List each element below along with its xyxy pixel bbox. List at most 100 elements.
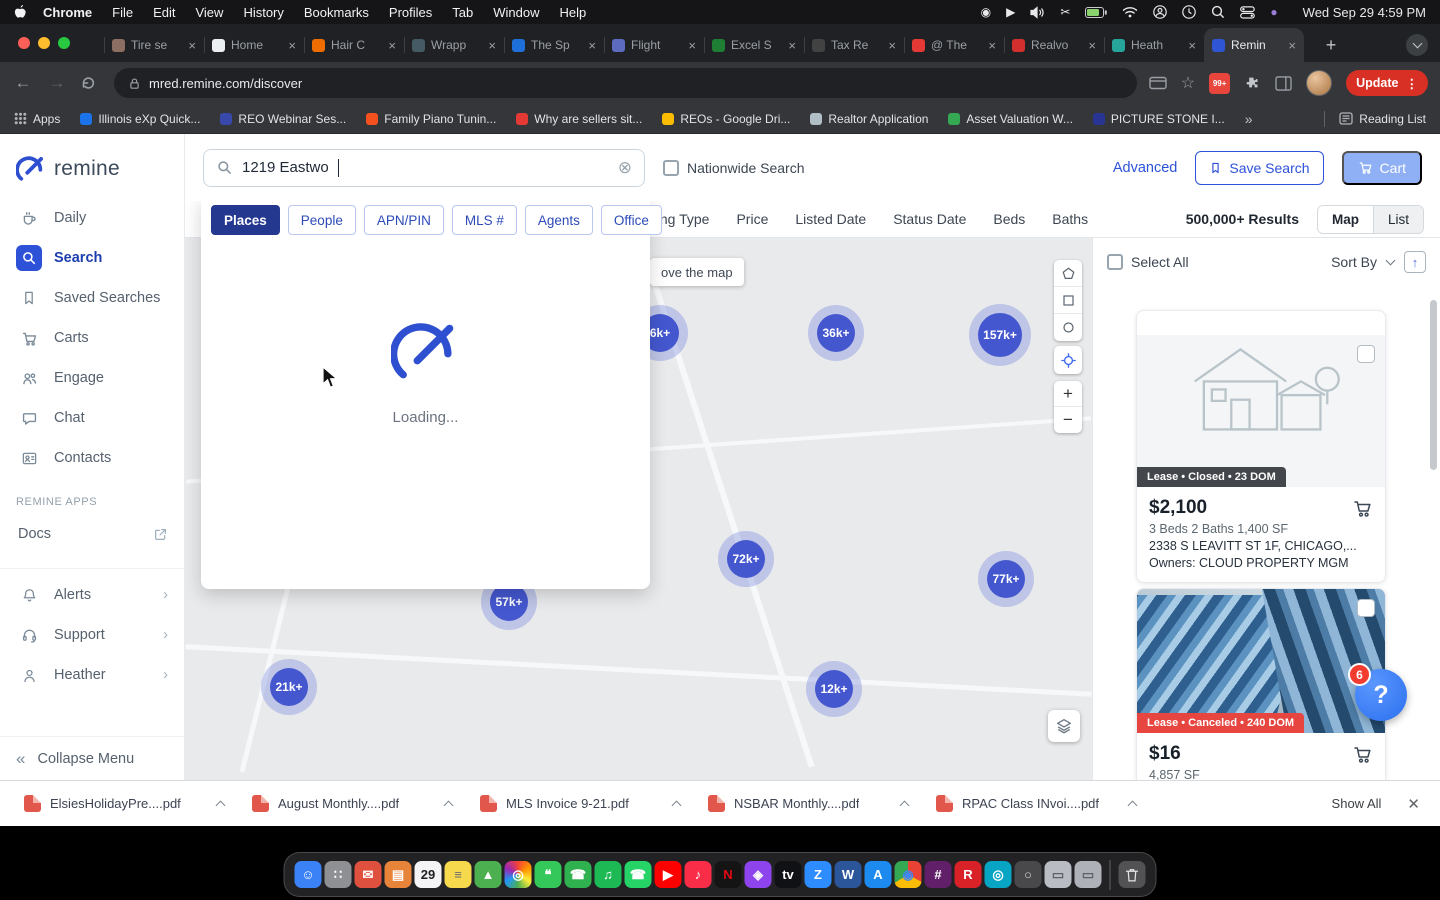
browser-tab[interactable]: Flight × — [604, 28, 704, 62]
select-all-checkbox[interactable] — [1107, 254, 1123, 270]
dock-app-icon[interactable]: ▭ — [1044, 861, 1072, 888]
list-view-button[interactable]: List — [1373, 205, 1423, 233]
reading-list-button[interactable]: Reading List — [1339, 112, 1426, 126]
browser-tab[interactable]: Tire se × — [104, 28, 204, 62]
dock-app-icon[interactable]: A — [864, 861, 892, 888]
filter-chip[interactable]: Listed Date — [795, 211, 866, 227]
listing-card[interactable]: Lease • Closed • 23 DOM $2,100 3 Beds 2 … — [1136, 310, 1386, 583]
dock-app-icon[interactable]: tv — [774, 861, 802, 888]
search-type-tab[interactable]: People — [287, 205, 356, 235]
sidebar-item-chat[interactable]: Chat — [0, 398, 184, 438]
collapse-menu-button[interactable]: « Collapse Menu — [0, 736, 184, 780]
clock-status-icon[interactable] — [1182, 5, 1197, 19]
sidebar-item-alerts[interactable]: Alerts › — [0, 575, 184, 615]
forward-button[interactable]: → — [46, 73, 68, 93]
close-downloads-icon[interactable]: ✕ — [1407, 795, 1420, 813]
map-cluster-marker[interactable]: 36k+ — [808, 305, 864, 361]
menubar-item[interactable]: Help — [550, 5, 597, 20]
map-cluster-marker[interactable]: 21k+ — [261, 659, 317, 715]
new-tab-button[interactable]: + — [1318, 32, 1344, 58]
filter-chip[interactable]: Beds — [993, 211, 1025, 227]
tab-close-icon[interactable]: × — [788, 38, 796, 53]
tab-close-icon[interactable]: × — [688, 38, 696, 53]
bookmark-item[interactable]: Realtor Application — [810, 112, 928, 126]
dock-app-icon[interactable]: ♫ — [594, 861, 622, 888]
draw-rectangle-button[interactable] — [1054, 287, 1082, 314]
map-cluster-marker[interactable]: 157k+ — [969, 304, 1031, 366]
dock-app-icon[interactable]: ◎ — [504, 861, 532, 888]
browser-tab[interactable]: Excel S × — [704, 28, 804, 62]
clear-search-icon[interactable]: ⊗ — [618, 158, 632, 178]
browser-tab[interactable]: Hair C × — [304, 28, 404, 62]
nationwide-checkbox[interactable] — [663, 159, 679, 176]
menubar-item[interactable]: History — [233, 5, 293, 20]
add-to-cart-icon[interactable] — [1353, 745, 1373, 764]
sidebar-item-contacts[interactable]: Contacts — [0, 438, 184, 478]
scissors-icon[interactable]: ✂ — [1060, 6, 1070, 18]
dock-app-icon[interactable]: ▲ — [474, 861, 502, 888]
advanced-link[interactable]: Advanced — [1113, 160, 1178, 176]
update-button[interactable]: Update ⋮ — [1346, 70, 1428, 96]
listing-card[interactable]: Lease • Canceled • 240 DOM $16 4,857 SF — [1136, 588, 1386, 780]
tab-close-icon[interactable]: × — [388, 38, 396, 53]
dock-app-icon[interactable]: ✉ — [354, 861, 382, 888]
profile-avatar[interactable] — [1306, 70, 1333, 96]
browser-tab[interactable]: Realvo × — [1004, 28, 1104, 62]
draw-polygon-button[interactable] — [1054, 260, 1082, 287]
bookmark-item[interactable]: PICTURE STONE I... — [1092, 112, 1225, 126]
bookmarks-overflow-icon[interactable]: » — [1245, 111, 1253, 127]
menubar-item[interactable]: Chrome — [33, 5, 102, 20]
dock-app-icon[interactable]: ≡ — [444, 861, 472, 888]
dock-app-icon[interactable]: N — [714, 861, 742, 888]
menubar-item[interactable]: Profiles — [379, 5, 442, 20]
search-type-tab[interactable]: MLS # — [451, 205, 517, 235]
tab-close-icon[interactable]: × — [488, 38, 496, 53]
reload-button[interactable] — [80, 75, 102, 91]
dock-app-icon[interactable]: Z — [804, 861, 832, 888]
bookmark-item[interactable]: Illinois eXp Quick... — [80, 112, 200, 126]
tab-close-icon[interactable]: × — [888, 38, 896, 53]
search-input[interactable]: 1219 Eastwo ⊗ — [203, 148, 645, 187]
show-all-button[interactable]: Show All — [1332, 796, 1382, 811]
map-cluster-marker[interactable]: 77k+ — [978, 551, 1034, 607]
bookmark-item[interactable]: REO Webinar Ses... — [220, 112, 346, 126]
chevron-up-icon[interactable] — [671, 800, 682, 811]
bookmark-item[interactable]: Family Piano Tunin... — [366, 112, 496, 126]
sort-by-label[interactable]: Sort By — [1331, 254, 1377, 270]
dock-app-icon[interactable]: W — [834, 861, 862, 888]
browser-tab[interactable]: Remin × — [1204, 28, 1304, 62]
cart-button[interactable]: Cart — [1341, 150, 1422, 185]
sidebar-item-support[interactable]: Support › — [0, 615, 184, 655]
tab-close-icon[interactable]: × — [1188, 38, 1196, 53]
dock-app-icon[interactable]: ▤ — [384, 861, 412, 888]
control-center-icon[interactable] — [1240, 5, 1256, 19]
locate-me-button[interactable] — [1054, 346, 1082, 374]
dock-app-icon[interactable]: ♪ — [684, 861, 712, 888]
chevron-down-icon[interactable] — [1385, 255, 1396, 266]
map-layers-button[interactable] — [1048, 710, 1080, 742]
chevron-up-icon[interactable] — [899, 800, 910, 811]
extension-badge[interactable]: 99+ — [1209, 72, 1231, 94]
chevron-up-icon[interactable] — [1127, 800, 1138, 811]
search-type-tab[interactable]: Places — [211, 205, 280, 235]
dock-app-icon[interactable]: ❝ — [534, 861, 562, 888]
dock-app-icon[interactable]: ▭ — [1074, 861, 1102, 888]
play-status-icon[interactable]: ▶ — [1006, 6, 1015, 18]
battery-icon[interactable] — [1085, 6, 1108, 18]
menubar-item[interactable]: Edit — [143, 5, 185, 20]
window-zoom-button[interactable] — [58, 37, 70, 49]
trash-icon[interactable] — [1118, 861, 1146, 888]
map-view-button[interactable]: Map — [1317, 205, 1374, 233]
tab-close-icon[interactable]: × — [1088, 38, 1096, 53]
listing-checkbox[interactable] — [1357, 345, 1375, 363]
browser-tab[interactable]: Wrapp × — [404, 28, 504, 62]
tab-close-icon[interactable]: × — [188, 38, 196, 53]
filter-chip[interactable]: Price — [736, 211, 768, 227]
menubar-item[interactable]: Bookmarks — [294, 5, 379, 20]
menubar-item[interactable]: View — [185, 5, 233, 20]
grammarly-status-icon[interactable]: ● — [1270, 6, 1277, 18]
dock-app-icon[interactable]: ☺ — [294, 861, 322, 888]
menubar-item[interactable]: Tab — [442, 5, 483, 20]
tab-close-icon[interactable]: × — [988, 38, 996, 53]
panel-scrollbar[interactable] — [1430, 300, 1437, 470]
